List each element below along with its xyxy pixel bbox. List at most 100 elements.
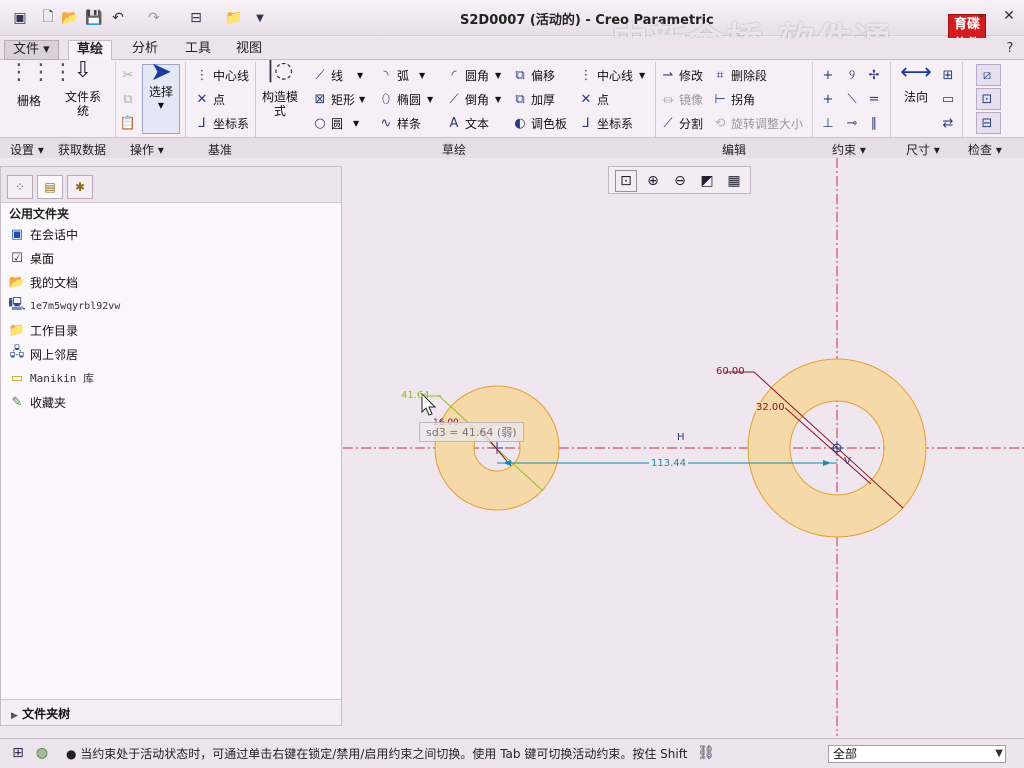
perpendicular-constraint-icon[interactable]: ⊥: [820, 112, 839, 134]
favorites-icon: ✎: [11, 394, 23, 410]
tab-view[interactable]: 视图: [228, 40, 270, 60]
file-menu[interactable]: 文件 ▾: [4, 40, 59, 60]
equal-constraint-icon[interactable]: =: [866, 88, 885, 110]
line-button[interactable]: ⟋ 线 ▼: [312, 64, 363, 86]
undo-icon[interactable]: ↶: [108, 8, 128, 28]
window-icon[interactable]: 📁: [224, 8, 244, 28]
repaint-icon[interactable]: ◩: [696, 170, 718, 192]
favorites-tab-icon[interactable]: ✱: [67, 175, 93, 199]
message-icon[interactable]: ◍: [32, 743, 52, 763]
selection-filter-dropdown[interactable]: 全部 ▼: [828, 745, 1006, 763]
display-style-icon[interactable]: ▦: [723, 170, 745, 192]
sketch-point-button[interactable]: ✕ 点: [578, 88, 609, 110]
right-outer-dim-text[interactable]: 60.00: [716, 366, 745, 377]
arc-button[interactable]: ◝ 弧 ▼: [378, 64, 425, 86]
zoom-in-icon[interactable]: ⊕: [642, 170, 664, 192]
save-icon[interactable]: 💾: [84, 8, 104, 28]
folder-browser-tab-icon[interactable]: ▤: [37, 175, 63, 199]
file-system-button[interactable]: ⇩ 文件系统: [64, 60, 102, 119]
coincident-constraint-icon[interactable]: ⟍: [844, 88, 863, 110]
filter-value: 全部: [833, 747, 858, 761]
distance-dim-text[interactable]: 113.44: [649, 458, 688, 469]
symmetric-constraint-icon[interactable]: ⊸: [844, 112, 863, 134]
redo-icon[interactable]: ↷: [144, 8, 164, 28]
group-operations[interactable]: 操作 ▾: [130, 141, 164, 158]
modify-button[interactable]: ⇀ 修改: [660, 64, 703, 86]
new-file-icon[interactable]: 🗋: [38, 8, 58, 28]
mirror-button[interactable]: ⏛ 镜像: [660, 88, 703, 110]
group-setup[interactable]: 设置 ▾: [10, 141, 44, 158]
sketch-centerline-button[interactable]: ⋮ 中心线 ▼: [578, 64, 646, 86]
nav-item-manikin[interactable]: ▭ Manikin 库: [9, 368, 94, 388]
construct-mode-button[interactable]: |◌ 构造模式: [262, 60, 298, 119]
refit-icon[interactable]: ⊡: [615, 170, 637, 192]
tab-tools[interactable]: 工具: [177, 40, 219, 60]
delete-segment-button[interactable]: ⌗ 删除段: [712, 64, 767, 86]
common-folders-header: 公用文件夹: [9, 207, 70, 221]
overlap-inspect-icon[interactable]: ⧄: [976, 64, 1001, 86]
baseline-dim-icon[interactable]: ⇄: [940, 112, 959, 134]
datum-csys-button[interactable]: ⅃ 坐标系: [194, 112, 249, 134]
grid-button[interactable]: ⋮⋮⋮ 栅格: [8, 62, 74, 109]
divide-button[interactable]: ⟋ 分割: [660, 112, 703, 134]
close-icon[interactable]: ✕: [1000, 8, 1018, 26]
layout-icon[interactable]: ⊞: [8, 743, 28, 763]
spline-button[interactable]: ∿ 样条: [378, 112, 421, 134]
copy-icon[interactable]: ⧉: [120, 88, 139, 110]
group-dimension[interactable]: 尺寸 ▾: [906, 141, 940, 158]
select-button[interactable]: ➤ 选择 ▼: [142, 59, 180, 134]
chamfer-button[interactable]: ⟋ 倒角 ▼: [446, 88, 501, 110]
nav-item-working-dir[interactable]: 📁 工作目录: [9, 320, 78, 340]
regenerate-icon[interactable]: ⊟: [186, 8, 206, 28]
customize-chevron-icon[interactable]: ▼: [250, 8, 270, 28]
vertical-constraint-icon[interactable]: +: [820, 64, 839, 86]
open-folder-icon[interactable]: 📂: [60, 8, 80, 28]
thicken-button[interactable]: ⧉ 加厚: [512, 88, 555, 110]
reference-dim-icon[interactable]: ▭: [940, 88, 959, 110]
datum-centerline-button[interactable]: ⋮ 中心线: [194, 64, 250, 86]
group-inspect[interactable]: 检查 ▾: [968, 141, 1002, 158]
ellipse-button[interactable]: ⬯ 椭圆 ▼: [378, 88, 433, 110]
tangent-constraint-icon[interactable]: ୨: [844, 64, 863, 86]
nav-item-favorites[interactable]: ✎ 收藏夹: [9, 392, 66, 412]
highlight-open-ends-icon[interactable]: ⊡: [976, 88, 1001, 110]
nav-item-computer[interactable]: 🖳 1e7m5wqyrbl92vw: [8, 296, 120, 316]
help-icon[interactable]: ?: [1000, 38, 1020, 58]
divide-label: 分割: [679, 116, 704, 131]
folder-tree-toggle[interactable]: ▶ 文件夹树: [1, 699, 341, 725]
right-inner-dim-text[interactable]: 32.00: [756, 402, 785, 413]
palette-button[interactable]: ◐ 调色板: [512, 112, 567, 134]
text-button[interactable]: A 文本: [446, 112, 489, 134]
sketch-svg: [343, 158, 1024, 736]
rotate-resize-button[interactable]: ⟲ 旋转调整大小: [712, 112, 803, 134]
nav-item-in-session[interactable]: ▣ 在会话中: [9, 224, 78, 244]
datum-centerline-label: 中心线: [213, 68, 250, 83]
rectangle-label: 矩形: [331, 92, 356, 107]
sketch-csys-button[interactable]: ⅃ 坐标系: [578, 112, 633, 134]
zoom-out-icon[interactable]: ⊖: [669, 170, 691, 192]
minimize-icon[interactable]: –: [972, 8, 990, 26]
selection-filter-icon[interactable]: ⛓: [696, 743, 716, 763]
rectangle-button[interactable]: ⊠ 矩形 ▼: [312, 88, 366, 110]
paste-icon[interactable]: 📋: [120, 112, 139, 134]
cut-icon[interactable]: ✂: [120, 64, 139, 86]
group-constrain[interactable]: 约束 ▾: [832, 141, 866, 158]
offset-button[interactable]: ⧉ 偏移: [512, 64, 555, 86]
fillet-button[interactable]: ◜ 圆角 ▼: [446, 64, 501, 86]
nav-item-my-documents[interactable]: 📂 我的文档: [9, 272, 78, 292]
parallel-constraint-icon[interactable]: ∥: [866, 112, 885, 134]
horizontal-constraint-icon[interactable]: +: [820, 88, 839, 110]
model-tree-tab-icon[interactable]: ⁘: [7, 175, 33, 199]
left-diameter-dim-text[interactable]: 41.64: [401, 390, 430, 401]
datum-point-button[interactable]: ✕ 点: [194, 88, 225, 110]
circle-button[interactable]: ○ 圆 ▼: [312, 112, 359, 134]
corner-button[interactable]: ⊢ 拐角: [712, 88, 755, 110]
perimeter-dim-icon[interactable]: ⊞: [940, 64, 959, 86]
nav-item-desktop[interactable]: ☑ 桌面: [9, 248, 54, 268]
shade-closed-loops-icon[interactable]: ⊟: [976, 112, 1001, 134]
normal-dimension-button[interactable]: ⟷ 法向: [898, 62, 934, 105]
nav-item-network[interactable]: 🖧 网上邻居: [9, 344, 78, 364]
midpoint-constraint-icon[interactable]: ✢: [866, 64, 885, 86]
graphics-canvas[interactable]: 41.64 16.00 sd3 = 41.64 (弱) 113.44 60.00…: [343, 158, 1024, 736]
tab-sketch[interactable]: 草绘: [68, 40, 113, 60]
